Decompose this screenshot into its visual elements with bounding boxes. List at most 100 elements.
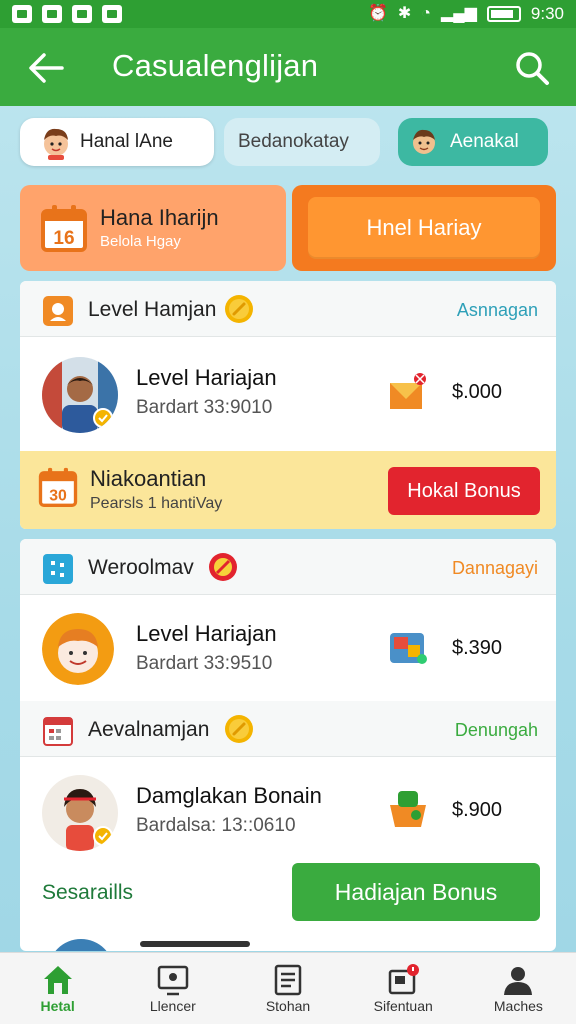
boy-photo-icon	[42, 357, 118, 433]
character-avatar-icon	[413, 129, 435, 154]
chip-category[interactable]: Bedanokatay	[224, 118, 380, 166]
app-bar: Casualenglijan	[0, 28, 576, 106]
badge-icon	[43, 296, 73, 326]
row-title: Level Hariajan	[136, 365, 277, 390]
notification-whatsapp-icon	[72, 5, 92, 23]
battery-icon	[486, 6, 521, 22]
status-notifications	[12, 5, 122, 23]
chip-friend[interactable]: Aenakal	[398, 118, 548, 166]
promo-subtitle: Pearsls 1 hantiVay	[90, 495, 223, 512]
banner-title: Hana Iharijn	[100, 205, 219, 230]
section-link[interactable]: Denungah	[455, 720, 538, 741]
bonus-label: Sesaraills	[42, 881, 134, 904]
row-subtitle: Bardart 33:9010	[136, 397, 273, 418]
home-icon	[43, 966, 72, 994]
notification-message-icon	[102, 5, 122, 23]
row-subtitle: Bardalsa: 13::0610	[136, 815, 296, 836]
search-icon	[516, 52, 549, 85]
list-item-placeholder	[140, 941, 250, 947]
nav-label: Llencer	[149, 998, 196, 1014]
back-button[interactable]	[26, 50, 66, 86]
promo-banner: 30 Niakoantian Pearsls 1 hantiVay Hokal …	[20, 451, 556, 529]
section-header: Weroolmav Dannagayi	[20, 539, 556, 595]
document-icon	[274, 964, 302, 996]
arrow-left-icon	[29, 53, 64, 83]
level-button[interactable]: Hnel Hariay	[308, 197, 540, 259]
calendar-number: 16	[53, 228, 74, 249]
nav-item-home[interactable]: Hetal	[0, 953, 115, 1024]
nav-label: Stohan	[265, 998, 311, 1014]
reward-row[interactable]: Damglakan Bonain Bardalsa: 13::0610 $.90…	[20, 757, 556, 867]
bonus-button[interactable]: Hokal Bonus	[388, 467, 540, 515]
row-amount: $.000	[452, 381, 503, 403]
nav-label: Hetal	[40, 998, 75, 1014]
section-header: Level Hamjan Asnnagan	[20, 281, 556, 337]
level-card: Level Hamjan Asnnagan Level Hariajan Bar…	[20, 281, 556, 529]
filter-chips: Hanal lAne Bedanokatay Aenakal	[20, 118, 556, 168]
profile-icon	[504, 967, 533, 995]
page-title: Casualenglijan	[112, 48, 319, 83]
banner-action-panel: Hnel Hariay	[292, 185, 556, 271]
status-system: ⏰ ✱ ◔ ▂▄▆ 9:30	[368, 4, 564, 24]
nav-item-monitor[interactable]: Llencer	[115, 953, 230, 1024]
bottom-nav: Hetal Llencer Stohan Sifentuan Maches	[0, 952, 576, 1024]
section-header: Aevalnamjan Denungah	[20, 701, 556, 757]
nav-label: Maches	[493, 998, 543, 1014]
avatar	[42, 775, 118, 851]
coin-icon	[225, 295, 253, 323]
calendar-icon: 30	[38, 467, 78, 508]
claim-bonus-button[interactable]: Hadiajan Bonus	[292, 863, 540, 921]
banner-subtitle: Belola Hgay	[100, 233, 181, 250]
cartoon-face-icon	[42, 613, 114, 685]
boy-avatar-icon	[44, 128, 68, 160]
avatar	[42, 613, 114, 685]
section-link[interactable]: Dannagayi	[452, 558, 538, 579]
row-title: Damglakan Bonain	[136, 783, 322, 808]
wifi-icon: ◔	[421, 5, 431, 22]
signal-icon: ▂▄▆	[440, 5, 477, 22]
calendar-number: 30	[49, 487, 67, 504]
row-title: Level Hariajan	[136, 621, 277, 646]
status-time: 9:30	[530, 4, 564, 23]
chip-label: Bedanokatay	[238, 131, 349, 152]
section-title: Weroolmav	[88, 556, 194, 579]
status-bar: ⏰ ✱ ◔ ▂▄▆ 9:30	[0, 0, 576, 28]
nav-label: Sifentuan	[373, 998, 433, 1014]
nav-item-document[interactable]: Stohan	[230, 953, 345, 1024]
reward-row[interactable]: Level Hariajan Bardart 33:9010 $.000	[20, 339, 556, 449]
gift-icon	[390, 373, 426, 409]
notification-chat-icon	[42, 5, 62, 23]
no-entry-icon	[209, 553, 237, 581]
calendar-icon: 16	[41, 205, 87, 252]
row-amount: $.390	[452, 637, 503, 659]
chip-label: Hanal lAne	[80, 131, 173, 152]
section-link[interactable]: Asnnagan	[457, 300, 538, 321]
inbox-icon	[388, 964, 420, 995]
bonus-row: Sesaraills Hadiajan Bonus	[20, 857, 556, 937]
avatar	[42, 357, 118, 433]
game-box-icon	[390, 633, 427, 664]
alarm-icon: ⏰	[367, 5, 388, 22]
row-amount: $.900	[452, 799, 503, 821]
row-subtitle: Bardart 33:9510	[136, 653, 273, 674]
nav-item-inbox[interactable]: Sifentuan	[346, 953, 461, 1024]
chart-icon	[43, 554, 73, 584]
avatar	[48, 939, 114, 951]
bluetooth-icon: ✱	[397, 5, 412, 22]
reward-row[interactable]: Level Hariajan Bardart 33:9510 $.390	[20, 595, 556, 705]
coin-icon	[225, 715, 253, 743]
chip-label: Aenakal	[450, 131, 519, 152]
basket-icon	[390, 791, 426, 827]
rewards-card: Weroolmav Dannagayi Level Hariajan Barda…	[20, 539, 556, 951]
chip-profile[interactable]: Hanal lAne	[20, 118, 214, 166]
section-title: Level Hamjan	[88, 298, 217, 321]
girl-avatar-icon	[42, 775, 118, 851]
section-title: Aevalnamjan	[88, 718, 210, 741]
search-button[interactable]	[512, 48, 552, 88]
calendar-grid-icon	[43, 717, 73, 746]
notification-gallery-icon	[12, 5, 32, 23]
promo-title: Niakoantian	[90, 466, 207, 491]
nav-item-profile[interactable]: Maches	[461, 953, 576, 1024]
daily-banner: 16 Hana Iharijn Belola Hgay	[20, 185, 286, 271]
monitor-icon	[157, 965, 189, 996]
